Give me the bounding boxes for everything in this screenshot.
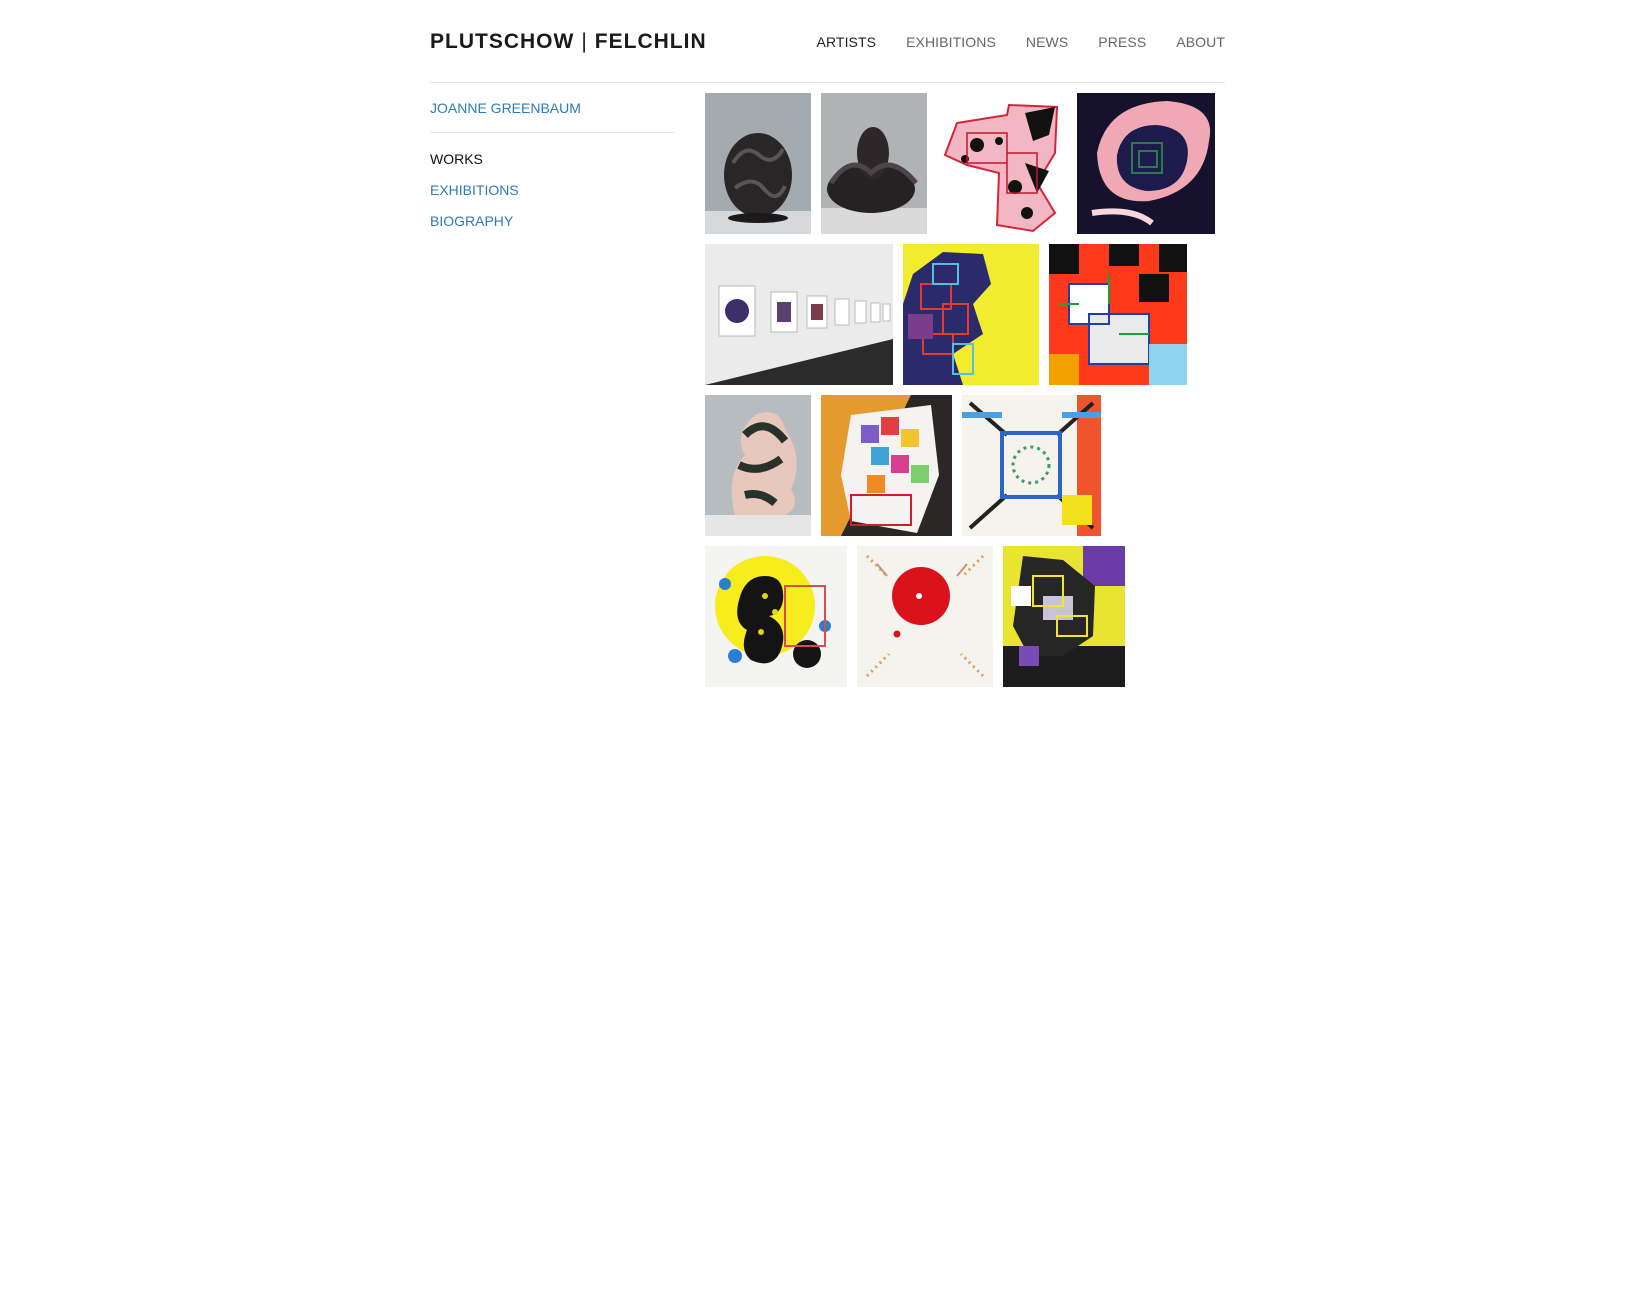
nav-press[interactable]: PRESS: [1098, 34, 1146, 50]
sidebar-item-biography[interactable]: BIOGRAPHY: [430, 213, 513, 229]
work-thumb-4[interactable]: [1077, 93, 1215, 234]
work-thumb-3[interactable]: [937, 93, 1067, 234]
work-thumb-6[interactable]: [903, 244, 1039, 385]
nav-about[interactable]: ABOUT: [1176, 34, 1225, 50]
sidebar-item-works[interactable]: WORKS: [430, 151, 483, 167]
work-thumb-7[interactable]: [1049, 244, 1187, 385]
artist-sidebar: JOANNE GREENBAUM WORKS EXHIBITIONS BIOGR…: [430, 100, 675, 244]
logo-right: FELCHLIN: [594, 30, 707, 53]
artist-name-link[interactable]: JOANNE GREENBAUM: [430, 100, 675, 116]
work-thumb-10[interactable]: [962, 395, 1101, 536]
work-thumb-2[interactable]: [821, 93, 927, 234]
works-row: [705, 93, 1225, 234]
work-thumb-13[interactable]: [1003, 546, 1125, 687]
header-divider: [430, 82, 1225, 83]
logo-separator: |: [581, 30, 588, 53]
sidebar-item-exhibitions[interactable]: EXHIBITIONS: [430, 182, 519, 198]
works-row: [705, 244, 1225, 385]
work-thumb-12[interactable]: [857, 546, 993, 687]
nav-exhibitions[interactable]: EXHIBITIONS: [906, 34, 996, 50]
works-row: [705, 546, 1225, 687]
gallery-logo[interactable]: PLUTSCHOW | FELCHLIN: [430, 30, 707, 54]
artist-menu: WORKS EXHIBITIONS BIOGRAPHY: [430, 151, 675, 231]
sidebar-divider: [430, 132, 675, 133]
work-thumb-1[interactable]: [705, 93, 811, 234]
work-thumb-8[interactable]: [705, 395, 811, 536]
works-row: [705, 395, 1225, 536]
work-thumb-11[interactable]: [705, 546, 847, 687]
nav-news[interactable]: NEWS: [1026, 34, 1068, 50]
work-thumb-9[interactable]: [821, 395, 952, 536]
main-nav: ARTISTS EXHIBITIONS NEWS PRESS ABOUT: [787, 34, 1225, 50]
works-grid: [705, 93, 1225, 697]
nav-artists[interactable]: ARTISTS: [817, 34, 877, 50]
logo-left: PLUTSCHOW: [430, 30, 575, 53]
work-thumb-5[interactable]: [705, 244, 893, 385]
